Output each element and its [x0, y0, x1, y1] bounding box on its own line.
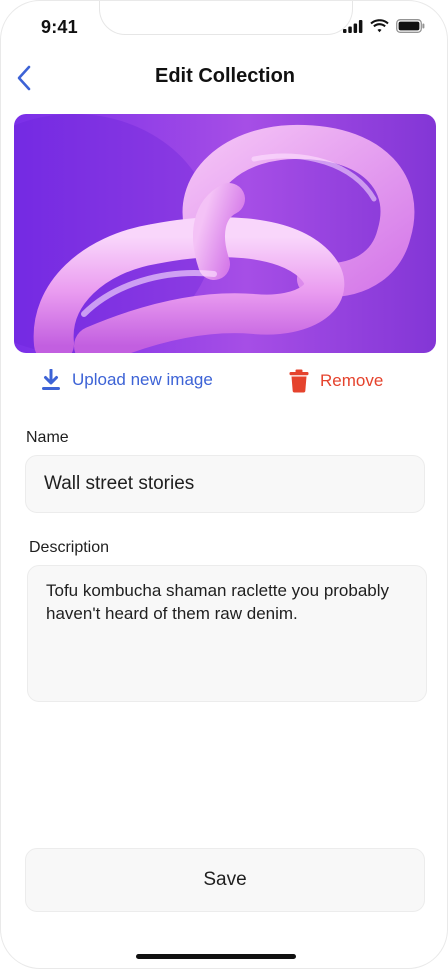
cover-illustration	[14, 114, 436, 353]
name-label: Name	[26, 429, 69, 446]
name-input[interactable]	[25, 455, 425, 513]
page-title: Edit Collection	[155, 65, 295, 87]
description-label: Description	[29, 539, 110, 556]
phone-screen: 9:41 Edit Collection Upload new image Re…	[0, 0, 448, 969]
home-indicator	[136, 954, 296, 959]
upload-image-button[interactable]: Upload new image	[41, 369, 213, 391]
status-time: 9:41	[41, 17, 78, 37]
cellular-signal-icon	[343, 19, 363, 33]
status-icons	[343, 19, 425, 33]
remove-label: Remove	[320, 371, 384, 390]
trash-icon	[289, 369, 309, 393]
collection-cover-image[interactable]	[14, 114, 436, 353]
upload-label: Upload new image	[72, 370, 213, 389]
save-button[interactable]: Save	[25, 848, 425, 912]
wifi-icon	[370, 19, 389, 33]
remove-image-button[interactable]: Remove	[289, 369, 383, 393]
battery-icon	[396, 19, 425, 33]
description-input[interactable]: Tofu kombucha shaman raclette you probab…	[27, 565, 427, 702]
device-notch	[99, 1, 353, 35]
download-icon	[42, 369, 60, 390]
